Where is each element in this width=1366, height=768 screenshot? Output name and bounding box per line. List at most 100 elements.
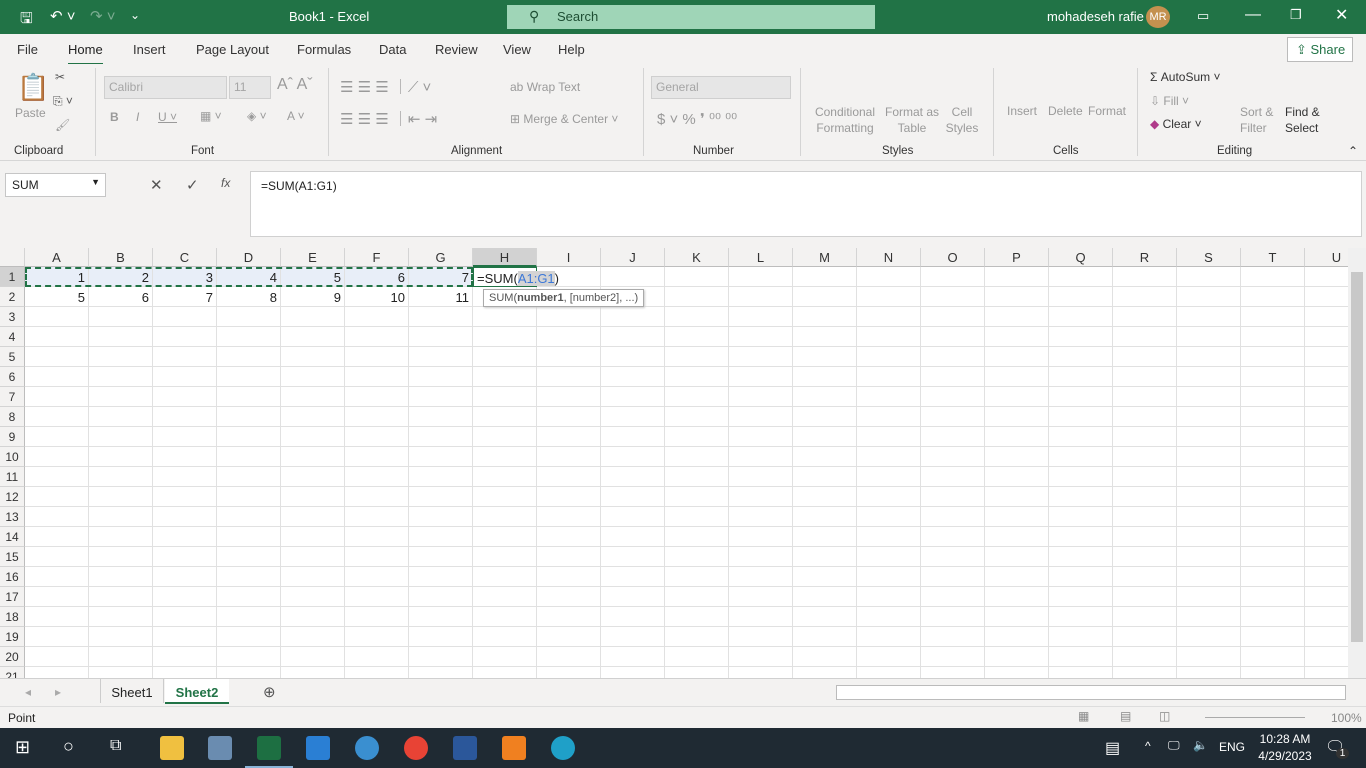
cell-U7[interactable] xyxy=(1305,387,1348,407)
cell-D7[interactable] xyxy=(217,387,281,407)
cell-L7[interactable] xyxy=(729,387,793,407)
cell-G21[interactable] xyxy=(409,667,473,678)
chrome-icon[interactable] xyxy=(404,736,428,760)
cell-G13[interactable] xyxy=(409,507,473,527)
cell-R19[interactable] xyxy=(1113,627,1177,647)
cell-F19[interactable] xyxy=(345,627,409,647)
cell-M21[interactable] xyxy=(793,667,857,678)
cell-I5[interactable] xyxy=(537,347,601,367)
cell-N11[interactable] xyxy=(857,467,921,487)
cut-icon[interactable]: ✂ xyxy=(55,70,65,84)
format-cells-button[interactable]: Format xyxy=(1088,104,1126,118)
underline-icon[interactable]: U ˅ xyxy=(158,110,177,124)
cell-J14[interactable] xyxy=(601,527,665,547)
cell-D3[interactable] xyxy=(217,307,281,327)
copy-icon[interactable]: ⎘ ˅ xyxy=(53,94,73,109)
cell-T3[interactable] xyxy=(1241,307,1305,327)
row-header-20[interactable]: 20 xyxy=(0,647,25,667)
cell-B14[interactable] xyxy=(89,527,153,547)
cell-N12[interactable] xyxy=(857,487,921,507)
cell-N3[interactable] xyxy=(857,307,921,327)
network-icon[interactable]: 🖵 xyxy=(1168,738,1180,753)
row-header-3[interactable]: 3 xyxy=(0,307,25,327)
normal-view-icon[interactable]: ▦ xyxy=(1078,709,1089,723)
cell-Q21[interactable] xyxy=(1049,667,1113,678)
cell-T4[interactable] xyxy=(1241,327,1305,347)
cell-R4[interactable] xyxy=(1113,327,1177,347)
cell-C2[interactable]: 7 xyxy=(153,287,217,307)
cell-S16[interactable] xyxy=(1177,567,1241,587)
cell-T11[interactable] xyxy=(1241,467,1305,487)
cell-R13[interactable] xyxy=(1113,507,1177,527)
cell-N14[interactable] xyxy=(857,527,921,547)
column-header-S[interactable]: S xyxy=(1177,248,1241,267)
cell-U6[interactable] xyxy=(1305,367,1348,387)
cell-U5[interactable] xyxy=(1305,347,1348,367)
column-header-P[interactable]: P xyxy=(985,248,1049,267)
cell-J13[interactable] xyxy=(601,507,665,527)
row-header-6[interactable]: 6 xyxy=(0,367,25,387)
cell-O1[interactable] xyxy=(921,267,985,287)
undo-icon[interactable]: ↶ ˅ xyxy=(50,7,76,25)
editing-cell-H1[interactable]: =SUM(A1:G1) xyxy=(473,267,559,287)
cell-K14[interactable] xyxy=(665,527,729,547)
cell-J12[interactable] xyxy=(601,487,665,507)
cell-Q16[interactable] xyxy=(1049,567,1113,587)
cell-U12[interactable] xyxy=(1305,487,1348,507)
cell-Q6[interactable] xyxy=(1049,367,1113,387)
cell-F12[interactable] xyxy=(345,487,409,507)
cell-G15[interactable] xyxy=(409,547,473,567)
cell-J6[interactable] xyxy=(601,367,665,387)
cell-N10[interactable] xyxy=(857,447,921,467)
column-header-C[interactable]: C xyxy=(153,248,217,267)
cell-E13[interactable] xyxy=(281,507,345,527)
cell-C5[interactable] xyxy=(153,347,217,367)
cell-B16[interactable] xyxy=(89,567,153,587)
cell-E21[interactable] xyxy=(281,667,345,678)
column-header-O[interactable]: O xyxy=(921,248,985,267)
cell-A20[interactable] xyxy=(25,647,89,667)
cell-J15[interactable] xyxy=(601,547,665,567)
cell-C1[interactable]: 3 xyxy=(153,267,217,287)
cell-L10[interactable] xyxy=(729,447,793,467)
user-name[interactable]: mohadeseh rafie xyxy=(1047,9,1144,24)
cell-A19[interactable] xyxy=(25,627,89,647)
sheet-tab-sheet1[interactable]: Sheet1 xyxy=(100,679,164,703)
word-icon[interactable] xyxy=(453,736,477,760)
prev-sheet-icon[interactable]: ◂ xyxy=(25,685,31,699)
cell-D10[interactable] xyxy=(217,447,281,467)
column-header-Q[interactable]: Q xyxy=(1049,248,1113,267)
cell-C14[interactable] xyxy=(153,527,217,547)
cell-G4[interactable] xyxy=(409,327,473,347)
cell-M13[interactable] xyxy=(793,507,857,527)
share-button[interactable]: ⇪ Share xyxy=(1287,37,1353,62)
cell-T15[interactable] xyxy=(1241,547,1305,567)
wrap-text-button[interactable]: ab Wrap Text xyxy=(510,80,580,94)
cell-P1[interactable] xyxy=(985,267,1049,287)
cell-K4[interactable] xyxy=(665,327,729,347)
cell-O10[interactable] xyxy=(921,447,985,467)
cell-D1[interactable]: 4 xyxy=(217,267,281,287)
sort-filter-button[interactable]: Sort & Filter xyxy=(1240,104,1280,136)
cell-F8[interactable] xyxy=(345,407,409,427)
cell-J3[interactable] xyxy=(601,307,665,327)
network-app-icon[interactable] xyxy=(208,736,232,760)
cell-F16[interactable] xyxy=(345,567,409,587)
cell-G8[interactable] xyxy=(409,407,473,427)
bold-icon[interactable]: B xyxy=(110,110,119,124)
cell-A12[interactable] xyxy=(25,487,89,507)
cell-L20[interactable] xyxy=(729,647,793,667)
cell-Q15[interactable] xyxy=(1049,547,1113,567)
row-header-8[interactable]: 8 xyxy=(0,407,25,427)
column-header-F[interactable]: F xyxy=(345,248,409,267)
cell-I17[interactable] xyxy=(537,587,601,607)
cell-A3[interactable] xyxy=(25,307,89,327)
cell-H12[interactable] xyxy=(473,487,537,507)
cell-L8[interactable] xyxy=(729,407,793,427)
cell-N9[interactable] xyxy=(857,427,921,447)
row-header-9[interactable]: 9 xyxy=(0,427,25,447)
column-header-L[interactable]: L xyxy=(729,248,793,267)
cell-B18[interactable] xyxy=(89,607,153,627)
cell-R15[interactable] xyxy=(1113,547,1177,567)
cell-K7[interactable] xyxy=(665,387,729,407)
